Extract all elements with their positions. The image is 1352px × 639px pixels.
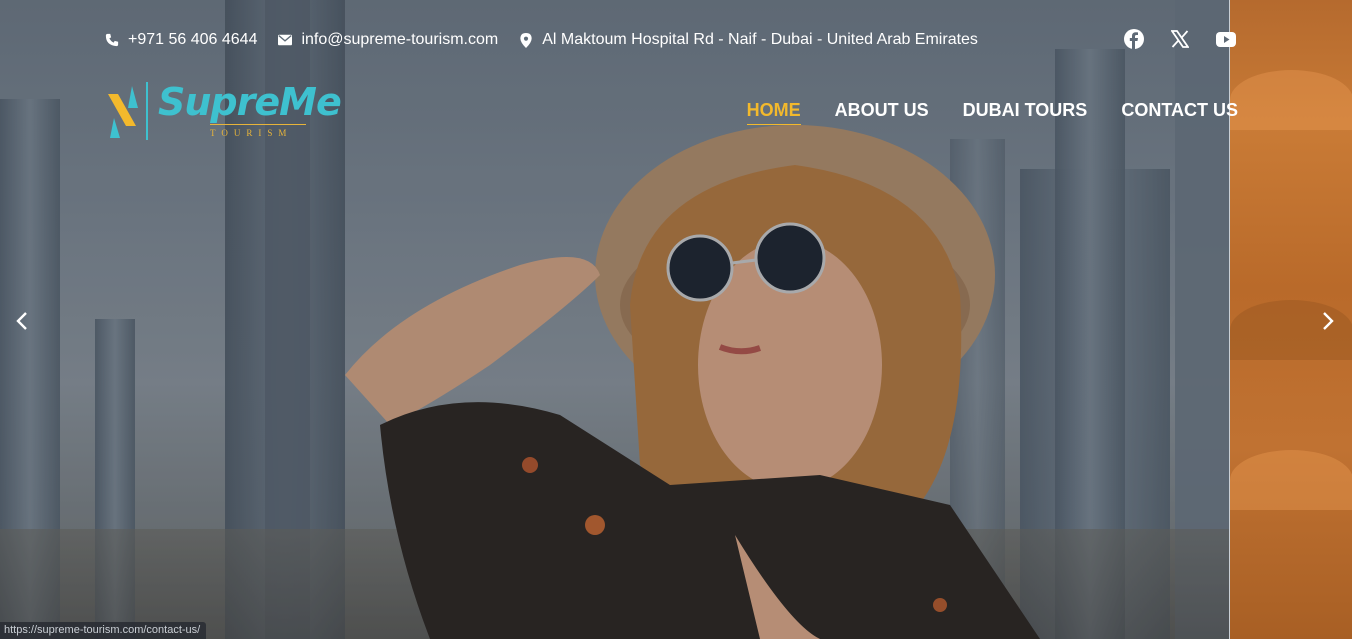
phone-icon xyxy=(105,33,119,47)
chevron-left-icon xyxy=(16,312,27,330)
social-links xyxy=(1123,28,1237,50)
slider-prev-button[interactable] xyxy=(10,308,34,334)
address-text: Al Maktoum Hospital Rd - Naif - Dubai - … xyxy=(542,31,978,48)
site-logo[interactable]: SupreMe TOURISM xyxy=(106,80,342,144)
link-status-bar: https://supreme-tourism.com/contact-us/ xyxy=(0,622,207,639)
logo-divider xyxy=(210,124,306,125)
facebook-icon[interactable] xyxy=(1123,28,1145,50)
phone-contact[interactable]: +971 56 406 4644 xyxy=(105,31,257,49)
nav-about-us[interactable]: ABOUT US xyxy=(835,100,929,125)
address-contact[interactable]: Al Maktoum Hospital Rd - Naif - Dubai - … xyxy=(519,31,978,49)
nav-contact-us[interactable]: CONTACT US xyxy=(1121,100,1238,125)
logo-mark-icon xyxy=(108,82,148,140)
email-contact[interactable]: info@supreme-tourism.com xyxy=(278,31,498,49)
logo-tagline: TOURISM xyxy=(210,128,293,138)
phone-text: +971 56 406 4644 xyxy=(128,31,258,48)
youtube-icon[interactable] xyxy=(1215,28,1237,50)
main-navigation: HOME ABOUT US DUBAI TOURS CONTACT US xyxy=(746,100,1238,125)
contact-topbar: +971 56 406 4644 info@supreme-tourism.co… xyxy=(105,28,999,52)
chevron-right-icon xyxy=(1323,312,1334,330)
location-pin-icon xyxy=(519,32,533,48)
envelope-icon xyxy=(278,33,293,47)
email-text: info@supreme-tourism.com xyxy=(301,31,499,48)
logo-wordmark: SupreMe xyxy=(158,80,342,124)
nav-dubai-tours[interactable]: DUBAI TOURS xyxy=(963,100,1088,125)
x-icon[interactable] xyxy=(1169,28,1191,50)
nav-home[interactable]: HOME xyxy=(746,100,801,125)
slider-next-button[interactable] xyxy=(1316,308,1340,334)
